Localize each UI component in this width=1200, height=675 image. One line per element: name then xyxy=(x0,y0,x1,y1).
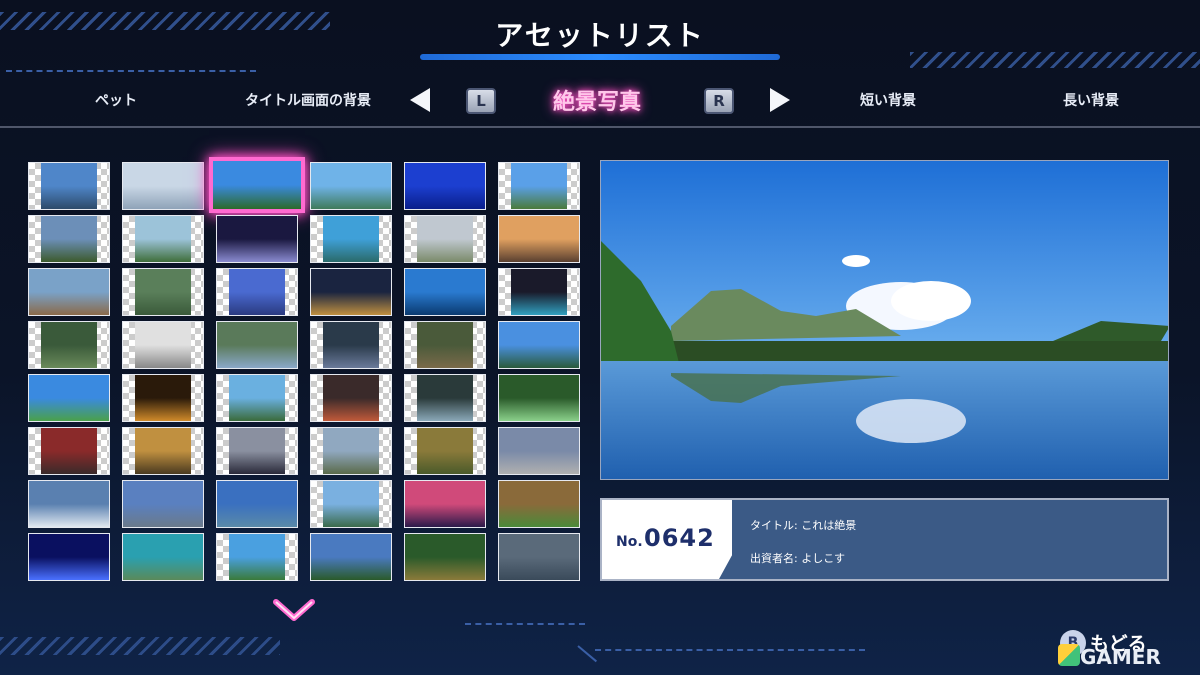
decor-stripes-top-right xyxy=(910,52,1200,68)
asset-thumbnail-grid xyxy=(28,157,580,582)
thumbnail-blue-flowers[interactable] xyxy=(216,268,298,316)
thumbnail-island-sea[interactable] xyxy=(310,215,392,263)
tab-scenic-photos[interactable]: 絶景写真 xyxy=(553,84,641,116)
thumbnail-sky-haze[interactable] xyxy=(122,162,204,210)
thumbnail-tall-forest[interactable] xyxy=(404,533,486,581)
thumbnail-autumn-tree[interactable] xyxy=(122,427,204,475)
thumbnail-waterfall-cliff[interactable] xyxy=(28,480,110,528)
thumbnail-hill-clouds[interactable] xyxy=(498,162,580,210)
thumbnail-misty-mountain[interactable] xyxy=(498,533,580,581)
asset-title: タイトル: これは絶景 xyxy=(750,519,857,532)
thumbnail-rocky-shore[interactable] xyxy=(28,268,110,316)
asset-author: 出資者名: よしこす xyxy=(750,552,845,565)
tabbar-divider xyxy=(0,126,1200,128)
decor-slash-bottom xyxy=(577,645,598,663)
scroll-down-chevron-icon[interactable] xyxy=(272,598,316,624)
thumbnail-tree-sky[interactable] xyxy=(310,427,392,475)
prev-tab-arrow-icon[interactable] xyxy=(410,88,430,112)
thumbnail-lake-grass[interactable] xyxy=(310,480,392,528)
thumbnail-coast-pier[interactable] xyxy=(310,162,392,210)
thumbnail-mountain-valley[interactable] xyxy=(28,215,110,263)
thumbnail-palm-coast[interactable] xyxy=(216,533,298,581)
page-title: アセットリスト xyxy=(495,19,705,52)
thumbnail-food-bowl[interactable] xyxy=(310,374,392,422)
thumbnail-waterfall-green[interactable] xyxy=(498,374,580,422)
tab-pet[interactable]: ペット xyxy=(95,90,137,110)
thumbnail-city-night[interactable] xyxy=(310,268,392,316)
thumbnail-field-trees[interactable] xyxy=(404,427,486,475)
thumbnail-forest-aquarium[interactable] xyxy=(28,321,110,369)
thumbnail-tree-silhouette[interactable] xyxy=(404,374,486,422)
l-button-icon[interactable]: L xyxy=(466,88,496,114)
title-underline xyxy=(420,54,780,60)
thumbnail-green-volcano[interactable] xyxy=(310,533,392,581)
thumbnail-sunset-clouds[interactable] xyxy=(498,215,580,263)
thumbnail-meadow-sky[interactable] xyxy=(28,374,110,422)
thumbnail-sea-rocks[interactable] xyxy=(404,268,486,316)
thumbnail-night-ship[interactable] xyxy=(498,268,580,316)
r-button-icon[interactable]: R xyxy=(704,88,734,114)
thumbnail-lake-reflection[interactable] xyxy=(209,157,305,213)
selected-asset-preview xyxy=(600,160,1169,480)
thumbnail-beach-aerial[interactable] xyxy=(122,533,204,581)
decor-dash-top-left xyxy=(6,70,256,72)
thumbnail-castle[interactable] xyxy=(404,215,486,263)
decor-dash-bottom-2 xyxy=(595,649,865,651)
next-tab-arrow-icon[interactable] xyxy=(770,88,790,112)
tab-short-background[interactable]: 短い背景 xyxy=(860,90,916,110)
thumbnail-blue-lights[interactable] xyxy=(28,533,110,581)
thumbnail-mountain-ridge[interactable] xyxy=(498,321,580,369)
asset-number-box: No. 0642 xyxy=(602,500,732,579)
thumbnail-ruins[interactable] xyxy=(498,480,580,528)
asset-number: 0642 xyxy=(644,524,715,552)
category-tabbar: ペット タイトル画面の背景 L 絶景写真 R 短い背景 長い背景 xyxy=(0,82,1200,118)
thumbnail-shrine-red[interactable] xyxy=(28,427,110,475)
asset-info-panel: No. 0642 タイトル: これは絶景 出資者名: よしこす xyxy=(600,498,1169,581)
thumbnail-green-hill[interactable] xyxy=(122,268,204,316)
watermark: GAMER xyxy=(1080,645,1161,669)
decor-dash-bottom-1 xyxy=(465,623,585,625)
preview-lake-image xyxy=(601,161,1168,479)
thumbnail-landscape-fuji[interactable] xyxy=(28,162,110,210)
gamer-logo-icon xyxy=(1058,644,1080,666)
thumbnail-lanterns[interactable] xyxy=(122,374,204,422)
thumbnail-town-view[interactable] xyxy=(216,321,298,369)
thumbnail-night-spotlight[interactable] xyxy=(216,215,298,263)
thumbnail-alpine-range[interactable] xyxy=(122,480,204,528)
thumbnail-dusk-lake[interactable] xyxy=(216,427,298,475)
thumbnail-sign-board[interactable] xyxy=(122,321,204,369)
asset-number-label: No. xyxy=(616,534,643,550)
thumbnail-dark-foliage[interactable] xyxy=(310,321,392,369)
thumbnail-blue-bokeh[interactable] xyxy=(404,162,486,210)
thumbnail-green-bay[interactable] xyxy=(122,215,204,263)
decor-stripes-bottom-left xyxy=(0,637,280,655)
thumbnail-forest-path[interactable] xyxy=(404,321,486,369)
tab-long-background[interactable]: 長い背景 xyxy=(1063,90,1119,110)
thumbnail-person-coast[interactable] xyxy=(216,374,298,422)
thumbnail-pink-sunset[interactable] xyxy=(404,480,486,528)
tab-title-background[interactable]: タイトル画面の背景 xyxy=(245,90,371,110)
thumbnail-snow-mountain[interactable] xyxy=(498,427,580,475)
thumbnail-lake-mountains[interactable] xyxy=(216,480,298,528)
